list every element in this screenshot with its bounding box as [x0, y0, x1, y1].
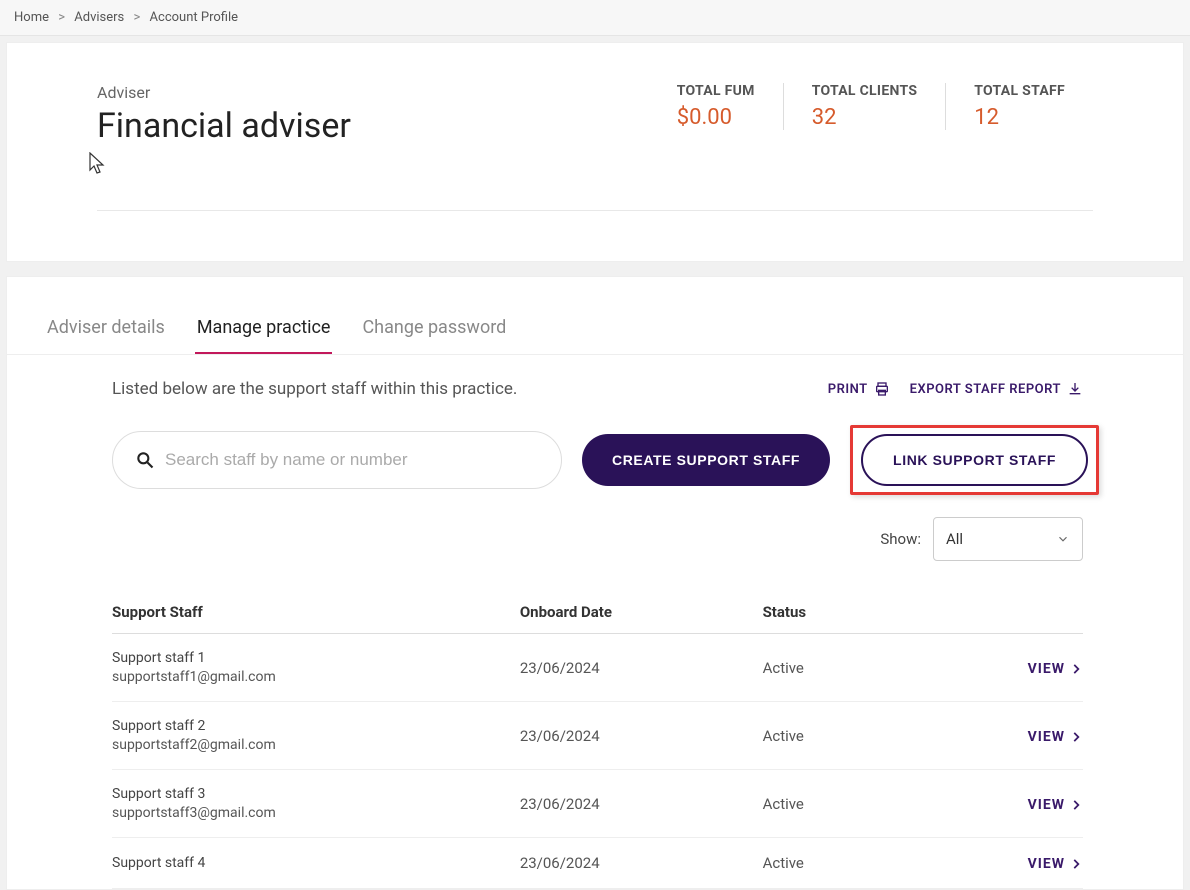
col-header-support-staff: Support Staff [112, 591, 520, 634]
export-staff-report-button[interactable]: EXPORT STAFF REPORT [910, 381, 1083, 397]
staff-table: Support Staff Onboard Date Status Suppor… [112, 591, 1083, 889]
onboard-date: 23/06/2024 [520, 770, 763, 838]
staff-name: Support staff 1 [112, 650, 520, 666]
col-header-status: Status [763, 591, 957, 634]
stat-total-fum: TOTAL FUM $0.00 [649, 83, 783, 130]
select-value: All [946, 530, 963, 548]
page-title: Financial adviser [97, 106, 351, 146]
breadcrumb-separator: > [134, 10, 141, 25]
table-row: Support staff 2 supportstaff2@gmail.com … [112, 702, 1083, 770]
staff-name: Support staff 2 [112, 718, 520, 734]
status: Active [763, 634, 957, 702]
breadcrumb: Home > Advisers > Account Profile [0, 0, 1190, 36]
stat-label: TOTAL STAFF [974, 83, 1065, 99]
breadcrumb-advisers[interactable]: Advisers [74, 10, 124, 25]
staff-email: supportstaff1@gmail.com [112, 669, 520, 685]
staff-name: Support staff 4 [112, 855, 520, 871]
chevron-right-icon [1069, 662, 1083, 676]
chevron-right-icon [1069, 857, 1083, 871]
link-support-staff-button[interactable]: LINK SUPPORT STAFF [861, 434, 1088, 486]
search-icon [135, 450, 155, 470]
export-label: EXPORT STAFF REPORT [910, 382, 1061, 397]
stat-total-staff: TOTAL STAFF 12 [945, 83, 1093, 130]
create-support-staff-button[interactable]: CREATE SUPPORT STAFF [582, 434, 830, 486]
table-row: Support staff 4 23/06/2024 Active VIEW [112, 838, 1083, 889]
status: Active [763, 838, 957, 889]
view-button[interactable]: VIEW [1028, 797, 1083, 813]
highlight-annotation: LINK SUPPORT STAFF [850, 425, 1099, 495]
section-description: Listed below are the support staff withi… [112, 379, 517, 399]
onboard-date: 23/06/2024 [520, 634, 763, 702]
status: Active [763, 770, 957, 838]
breadcrumb-home[interactable]: Home [14, 10, 49, 25]
tab-change-password[interactable]: Change password [360, 307, 508, 354]
table-row: Support staff 1 supportstaff1@gmail.com … [112, 634, 1083, 702]
tab-adviser-details[interactable]: Adviser details [45, 307, 167, 354]
stat-total-clients: TOTAL CLIENTS 32 [783, 83, 946, 130]
content-card: Adviser details Manage practice Change p… [6, 276, 1184, 890]
stat-value: 32 [812, 105, 918, 130]
stat-value: 12 [974, 105, 1065, 130]
col-header-action [957, 591, 1083, 634]
stat-label: TOTAL CLIENTS [812, 83, 918, 99]
onboard-date: 23/06/2024 [520, 702, 763, 770]
tab-manage-practice[interactable]: Manage practice [195, 307, 333, 354]
status: Active [763, 702, 957, 770]
download-icon [1067, 381, 1083, 397]
tabs: Adviser details Manage practice Change p… [7, 307, 1183, 355]
print-icon [874, 381, 890, 397]
breadcrumb-current: Account Profile [150, 10, 238, 25]
print-button[interactable]: PRINT [828, 381, 890, 397]
stats-row: TOTAL FUM $0.00 TOTAL CLIENTS 32 TOTAL S… [649, 83, 1093, 130]
table-row: Support staff 3 supportstaff3@gmail.com … [112, 770, 1083, 838]
chevron-down-icon [1056, 532, 1070, 546]
stat-value: $0.00 [677, 105, 755, 130]
staff-email: supportstaff2@gmail.com [112, 737, 520, 753]
page-subtitle: Adviser [97, 83, 351, 102]
print-label: PRINT [828, 382, 868, 397]
view-button[interactable]: VIEW [1028, 729, 1083, 745]
chevron-right-icon [1069, 730, 1083, 744]
search-input[interactable] [165, 450, 539, 470]
chevron-right-icon [1069, 798, 1083, 812]
cursor-icon [89, 152, 343, 176]
staff-email: supportstaff3@gmail.com [112, 805, 520, 821]
search-box[interactable] [112, 431, 562, 489]
show-filter-select[interactable]: All [933, 517, 1083, 561]
view-button[interactable]: VIEW [1028, 661, 1083, 677]
col-header-onboard-date: Onboard Date [520, 591, 763, 634]
header-card: Adviser Financial adviser TOTAL FUM $0.0… [6, 42, 1184, 262]
view-button[interactable]: VIEW [1028, 856, 1083, 872]
onboard-date: 23/06/2024 [520, 838, 763, 889]
title-block: Adviser Financial adviser [97, 83, 351, 170]
stat-label: TOTAL FUM [677, 83, 755, 99]
breadcrumb-separator: > [58, 10, 65, 25]
filter-label: Show: [880, 530, 921, 548]
staff-name: Support staff 3 [112, 786, 520, 802]
